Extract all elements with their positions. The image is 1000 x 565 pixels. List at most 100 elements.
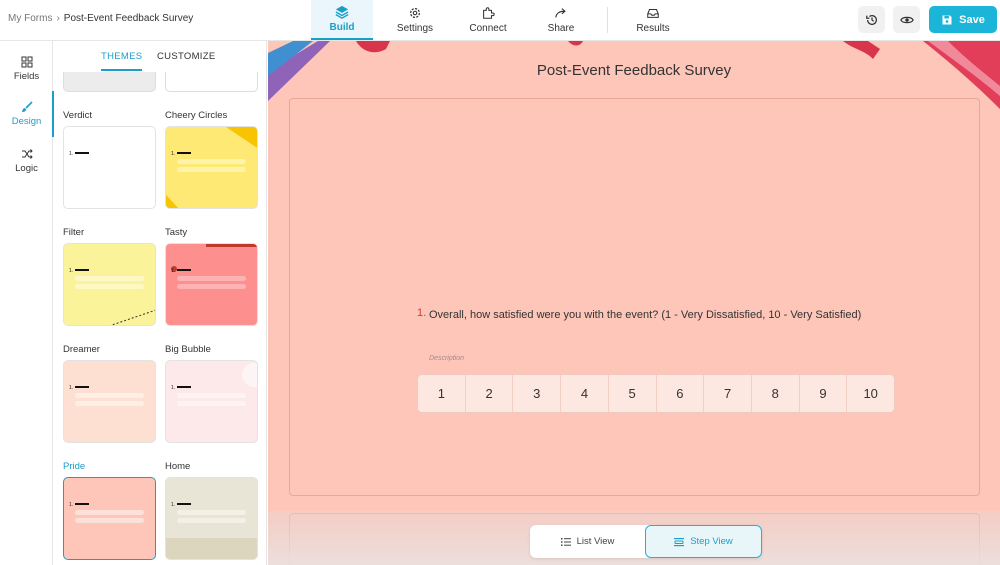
scale-option[interactable]: 9 [800,375,848,412]
rail-logic-label: Logic [15,163,38,174]
theme-name-cheery-circles: Cheery Circles [165,110,228,121]
list-icon [560,537,571,546]
theme-card-partial[interactable] [165,72,258,92]
breadcrumb-my-forms[interactable]: My Forms [8,13,52,24]
breadcrumb-current-form: Post-Event Feedback Survey [63,13,194,24]
save-button[interactable]: Save [929,6,997,33]
theme-preview-bar [75,284,144,289]
nav-build-label: Build [329,22,355,33]
scale-option[interactable]: 5 [609,375,657,412]
theme-preview-bar [75,518,144,523]
theme-preview-bar [177,393,246,398]
theme-preview-number: 1. [171,268,176,274]
nav-build[interactable]: Build [311,0,373,40]
theme-name-big-bubble: Big Bubble [165,344,211,355]
rail-design[interactable]: Design [0,91,54,137]
theme-preview-bar [75,276,144,281]
theme-preview-line [177,386,191,388]
nav-settings[interactable]: Settings [384,0,446,40]
opinion-scale: 1 2 3 4 5 6 7 8 9 10 [417,374,895,413]
form-canvas: Post-Event Feedback Survey 1. Overall, h… [268,41,1000,565]
rail-fields[interactable]: Fields [0,46,53,92]
question-text[interactable]: Overall, how satisfied were you with the… [429,305,869,326]
nav-results[interactable]: Results [622,0,684,40]
view-toggle: List View Step View [530,525,762,558]
brush-icon [21,101,33,112]
scale-option[interactable]: 3 [513,375,562,412]
theme-preview-line [177,152,191,154]
scale-option[interactable]: 10 [847,375,894,412]
rail-design-label: Design [11,116,42,127]
scale-option[interactable]: 8 [752,375,800,412]
theme-name-tasty: Tasty [165,227,188,238]
theme-preview-number: 1. [69,268,74,274]
tab-customize[interactable]: CUSTOMIZE [157,51,215,71]
nav-share-label: Share [547,23,575,34]
theme-card-tasty[interactable]: 1. [165,243,258,326]
theme-name-filter: Filter [63,227,85,238]
rail-fields-label: Fields [13,71,40,82]
preview-button[interactable] [893,6,920,33]
save-label: Save [959,13,985,26]
list-view-label: List View [576,536,615,547]
theme-preview-bar [177,284,246,289]
breadcrumb-separator: › [56,13,60,24]
theme-preview-bar [177,401,246,406]
theme-name-dreamer: Dreamer [63,344,100,355]
shuffle-icon [21,149,33,159]
theme-card-partial[interactable] [63,72,156,92]
theme-preview-bar [75,510,144,515]
eye-icon [899,16,914,23]
step-view-button[interactable]: Step View [645,525,762,558]
share-arrow-icon [555,8,566,18]
question-card[interactable]: 1. Overall, how satisfied were you with … [289,98,980,496]
theme-preview-line [75,386,89,388]
list-view-button[interactable]: List View [530,525,645,558]
theme-card-big-bubble[interactable]: 1. [165,360,258,443]
theme-preview-bar [177,159,246,164]
theme-name-home: Home [165,461,191,472]
theme-preview-number: 1. [171,151,176,157]
history-button[interactable] [858,6,885,33]
inbox-icon [647,8,659,18]
theme-card-dreamer[interactable]: 1. [63,360,156,443]
breadcrumb: My Forms › Post-Event Feedback Survey [8,13,193,24]
theme-preview-number: 1. [69,385,74,391]
nav-share[interactable]: Share [530,0,592,40]
scale-option[interactable]: 4 [561,375,609,412]
scale-option[interactable]: 7 [704,375,752,412]
step-view-label: Step View [690,536,733,547]
scale-option[interactable]: 2 [466,375,514,412]
theme-card-filter[interactable]: 1. [63,243,156,326]
theme-card-verdict[interactable]: 1. [63,126,156,209]
scale-option[interactable]: 1 [418,375,466,412]
theme-preview-line [75,503,89,505]
history-icon [865,14,877,25]
theme-preview-number: 1. [69,151,74,157]
grid-icon [21,56,32,68]
step-icon [674,537,685,546]
theme-card-home[interactable]: 1. [165,477,258,560]
theme-preview-bar [177,518,246,523]
nav-connect[interactable]: Connect [457,0,519,40]
themes-panel: THEMES CUSTOMIZE Verdict Cheery Circles … [54,41,267,565]
theme-preview-line [75,152,89,154]
theme-name-pride: Pride [63,461,86,472]
theme-preview-line [75,269,89,271]
rail-logic[interactable]: Logic [0,138,53,184]
scale-option[interactable]: 6 [657,375,705,412]
nav-connect-label: Connect [469,23,507,34]
question-number: 1. [417,307,427,319]
theme-preview-bar [75,401,144,406]
theme-card-cheery-circles[interactable]: 1. [165,126,258,209]
layers-icon [335,5,349,19]
tab-themes[interactable]: THEMES [101,51,143,71]
theme-preview-bar [177,276,246,281]
theme-preview-number: 1. [69,502,74,508]
question-description[interactable]: Description [429,355,464,362]
theme-preview-line [177,269,191,271]
gear-icon [410,8,420,18]
theme-card-pride[interactable]: 1. [63,477,156,560]
form-title: Post-Event Feedback Survey [536,62,732,79]
left-rail: Fields Design Logic [0,41,54,565]
